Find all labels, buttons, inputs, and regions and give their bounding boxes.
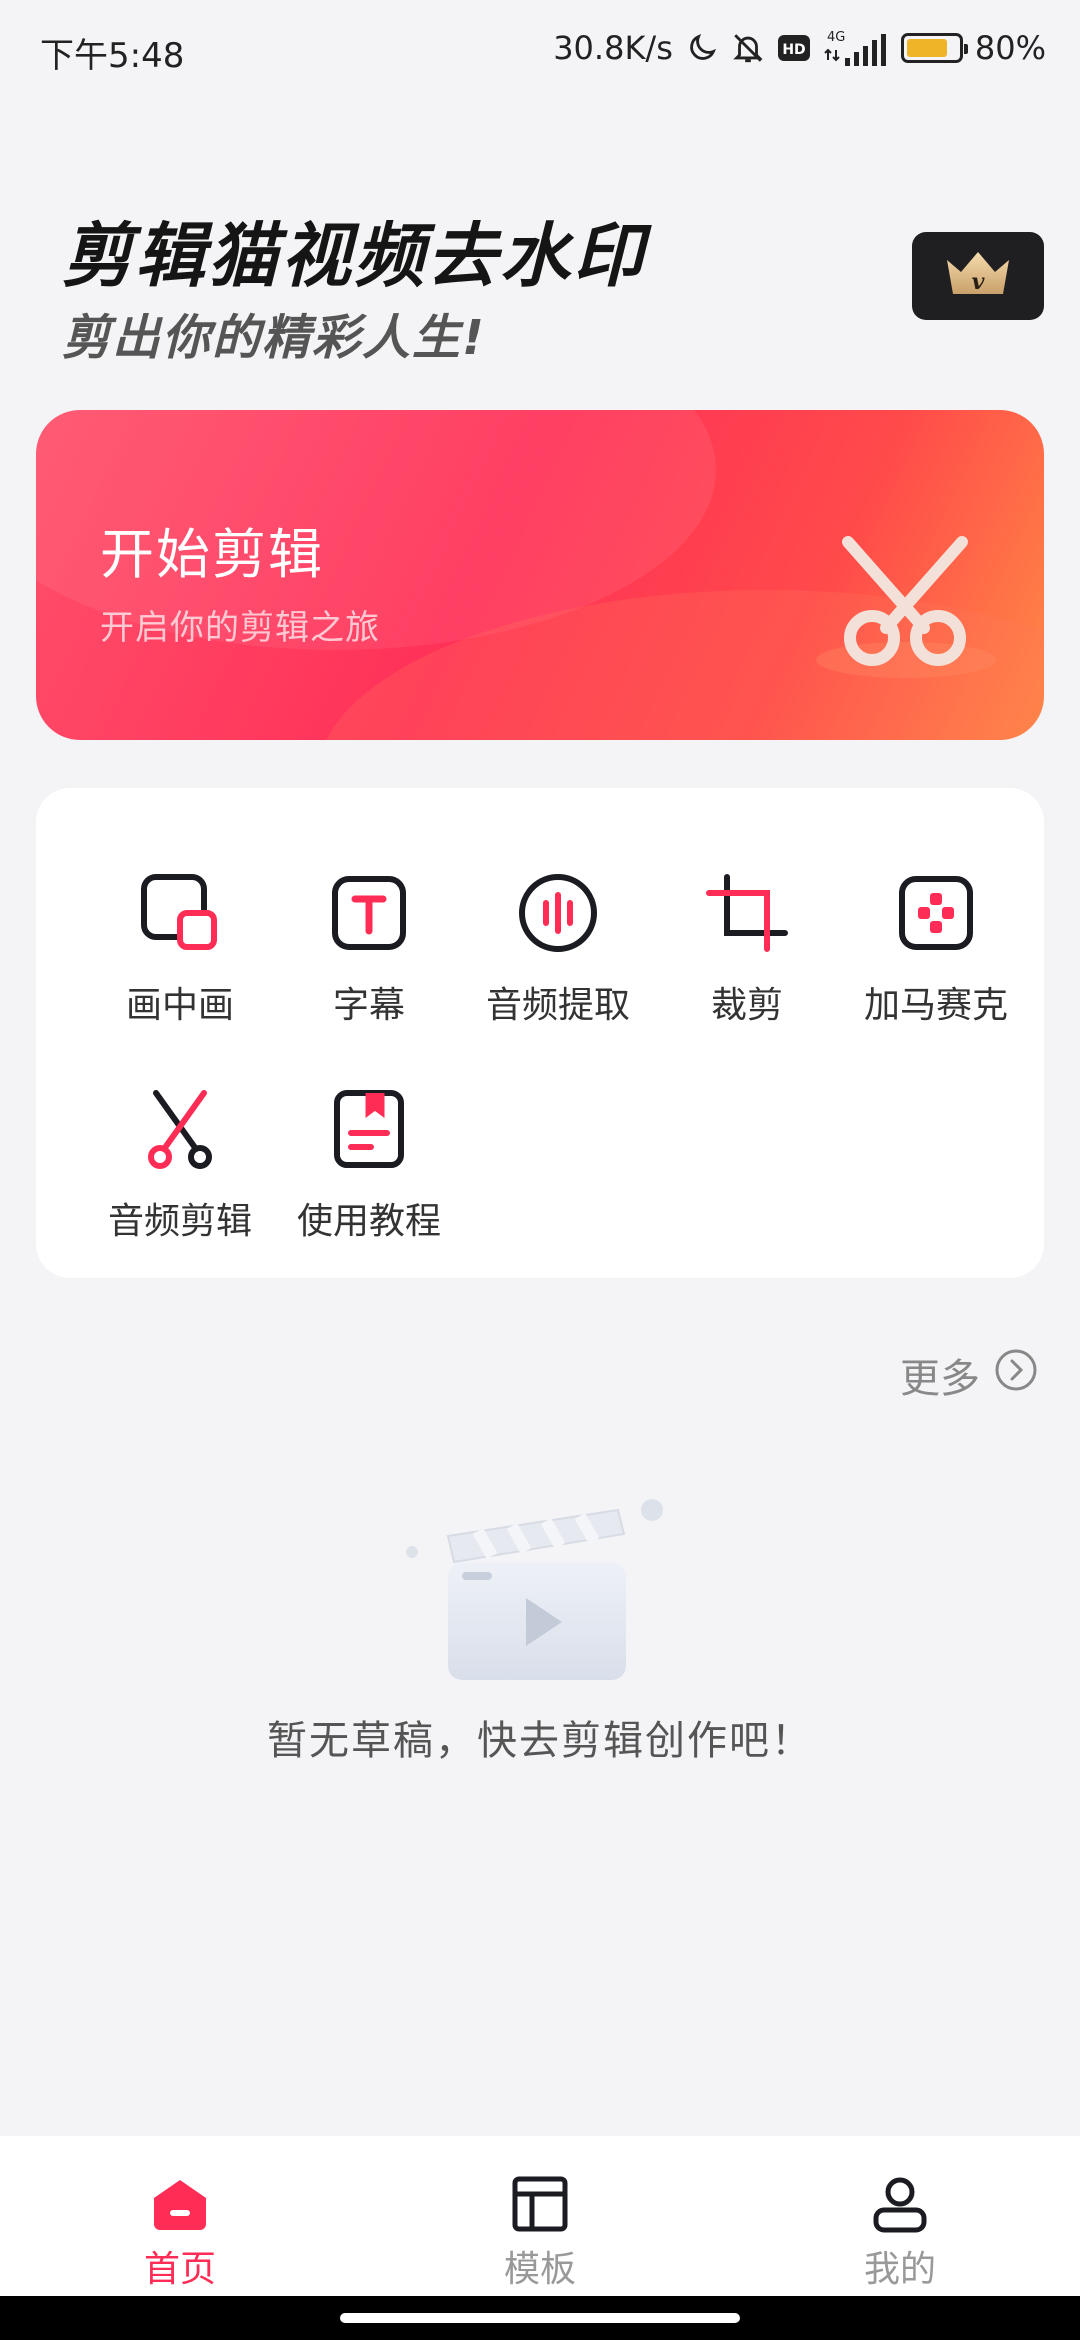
more-drafts-link[interactable]: 更多	[900, 1346, 1038, 1404]
network-speed: 30.8K/s	[553, 29, 673, 67]
home-page: 下午5:48 30.8K/s HD 4G 80% 剪辑猫视频去水印 剪出你的精彩…	[0, 0, 1080, 2340]
tool-tutorial[interactable]: 使用教程	[274, 1084, 464, 1254]
tool-label: 加马赛克	[863, 985, 1008, 1026]
pip-icon	[135, 868, 225, 958]
template-icon	[508, 2172, 572, 2236]
battery-fill	[906, 39, 947, 57]
svg-text:v: v	[972, 269, 985, 295]
chevron-right-icon	[994, 1348, 1038, 1402]
start-edit-subtitle: 开启你的剪辑之旅	[100, 608, 380, 648]
home-indicator[interactable]	[340, 2313, 740, 2323]
start-edit-card[interactable]: 开始剪辑 开启你的剪辑之旅	[36, 410, 1044, 740]
network-type: 4G	[827, 30, 845, 45]
mosaic-icon	[891, 868, 981, 958]
audio-cut-icon	[135, 1084, 225, 1174]
home-icon	[148, 2172, 212, 2236]
more-label: 更多	[900, 1356, 980, 1402]
tool-label: 音频剪辑	[107, 1201, 252, 1242]
tools-panel: 画中画 字幕 音频提取 裁剪 加马赛克 音频剪辑 使用教程	[36, 788, 1044, 1278]
nav-profile[interactable]: 我的	[800, 2172, 1000, 2292]
tool-label: 使用教程	[296, 1201, 441, 1242]
bell-off-icon	[731, 31, 765, 65]
audio-extract-icon	[513, 868, 603, 958]
tool-subtitle[interactable]: 字幕	[274, 868, 464, 1038]
tool-audio-extract[interactable]: 音频提取	[463, 868, 653, 1038]
nav-home[interactable]: 首页	[80, 2172, 280, 2292]
empty-clapperboard-icon	[396, 1490, 686, 1700]
scissors-icon	[796, 510, 996, 680]
empty-drafts-text: 暂无草稿，快去剪辑创作吧！	[267, 1718, 813, 1764]
nav-label: 我的	[863, 2249, 936, 2290]
nav-label: 首页	[143, 2249, 216, 2290]
moon-icon	[685, 31, 719, 65]
hd-icon: HD	[777, 33, 811, 63]
start-edit-title: 开始剪辑	[100, 523, 324, 586]
tool-pip[interactable]: 画中画	[85, 868, 275, 1038]
crop-icon	[702, 868, 792, 958]
hd-badge-text: HD	[782, 42, 805, 58]
tool-label: 画中画	[125, 985, 234, 1026]
vip-button[interactable]: v	[912, 232, 1044, 320]
subtitle-icon	[324, 868, 414, 958]
battery-text: 80%	[974, 29, 1046, 67]
status-time: 下午5:48	[40, 36, 185, 76]
profile-icon	[868, 2172, 932, 2236]
bottom-nav: 首页 模板 我的	[0, 2136, 1080, 2296]
tutorial-icon	[324, 1084, 414, 1174]
app-slogan: 剪出你的精彩人生!	[62, 310, 486, 366]
status-bar: 下午5:48 30.8K/s HD 4G 80%	[0, 0, 1080, 96]
nav-label: 模板	[503, 2249, 576, 2290]
battery-icon	[900, 33, 968, 63]
tool-audio-cut[interactable]: 音频剪辑	[85, 1084, 275, 1254]
status-icons: 30.8K/s HD 4G 80%	[553, 26, 1046, 70]
tool-label: 字幕	[332, 985, 405, 1026]
signal-icon: 4G	[823, 28, 889, 68]
tool-label: 音频提取	[485, 985, 630, 1026]
app-title: 剪辑猫视频去水印	[62, 215, 646, 297]
tool-mosaic[interactable]: 加马赛克	[841, 868, 1031, 1038]
tool-label: 裁剪	[710, 985, 783, 1026]
tool-crop[interactable]: 裁剪	[652, 868, 842, 1038]
nav-template[interactable]: 模板	[440, 2172, 640, 2292]
crown-icon: v	[941, 246, 1015, 306]
